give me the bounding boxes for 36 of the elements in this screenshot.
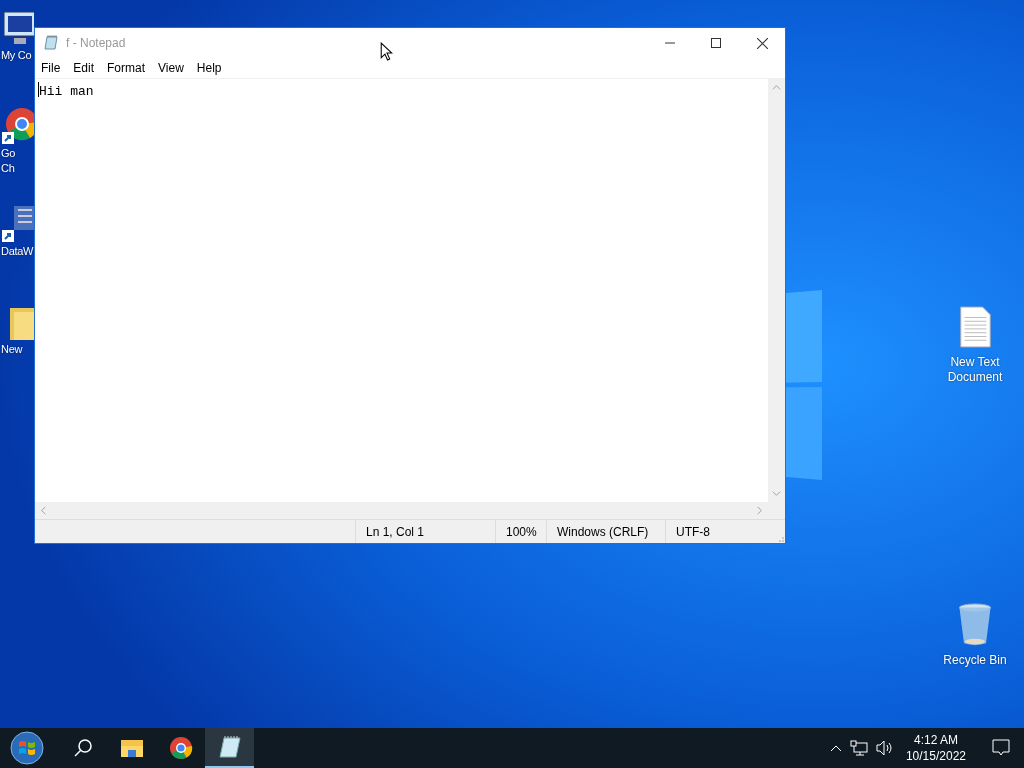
menu-item[interactable]: File — [35, 61, 67, 75]
menu-item[interactable]: View — [152, 61, 190, 75]
status-field: Windows (CRLF) — [547, 520, 666, 543]
folder-icon[interactable] — [119, 738, 144, 758]
desktop-icon-label: New — [0, 342, 23, 357]
chrome-icon[interactable] — [168, 736, 193, 760]
close-icon — [756, 37, 768, 49]
desktop-icon-label: Document — [947, 370, 1003, 385]
maximize-icon — [711, 38, 721, 48]
recycle-bin-icon[interactable] — [956, 603, 994, 647]
notepad-icon[interactable] — [217, 735, 242, 759]
status-field: Ln 1, Col 1 — [356, 520, 496, 543]
desktop-icon-label: Go — [0, 146, 16, 161]
desktop-icon-label: Recycle Bin — [943, 653, 1007, 668]
desktop-icon-label: My Co — [0, 48, 32, 63]
text-cursor — [38, 82, 39, 97]
status-field: UTF-8 — [666, 520, 776, 543]
document-text[interactable]: Hii man — [39, 84, 94, 99]
menu-item[interactable]: Help — [190, 61, 228, 75]
search-icon[interactable] — [72, 738, 93, 758]
desktop-icon-label: DataW — [0, 244, 34, 259]
status-field: 100% — [496, 520, 547, 543]
clock[interactable]: 4:12 AM 10/15/2022 — [901, 732, 970, 764]
desktop-icon-label: New Text — [950, 355, 1000, 370]
menu-item[interactable]: Format — [101, 61, 152, 75]
speaker-icon[interactable] — [875, 740, 894, 756]
menu-item[interactable]: Edit — [67, 61, 101, 75]
notification-icon[interactable] — [992, 739, 1010, 757]
desktop-icon-label: Ch — [0, 161, 15, 176]
window-title: f - Notepad — [66, 36, 126, 50]
mouse-pointer-icon — [380, 42, 393, 61]
chevron-up-icon[interactable] — [829, 744, 842, 752]
notepad-icon — [44, 35, 60, 51]
network-icon[interactable] — [849, 740, 868, 756]
app-shortcut-icon[interactable] — [0, 204, 34, 244]
start-button[interactable] — [9, 730, 45, 766]
